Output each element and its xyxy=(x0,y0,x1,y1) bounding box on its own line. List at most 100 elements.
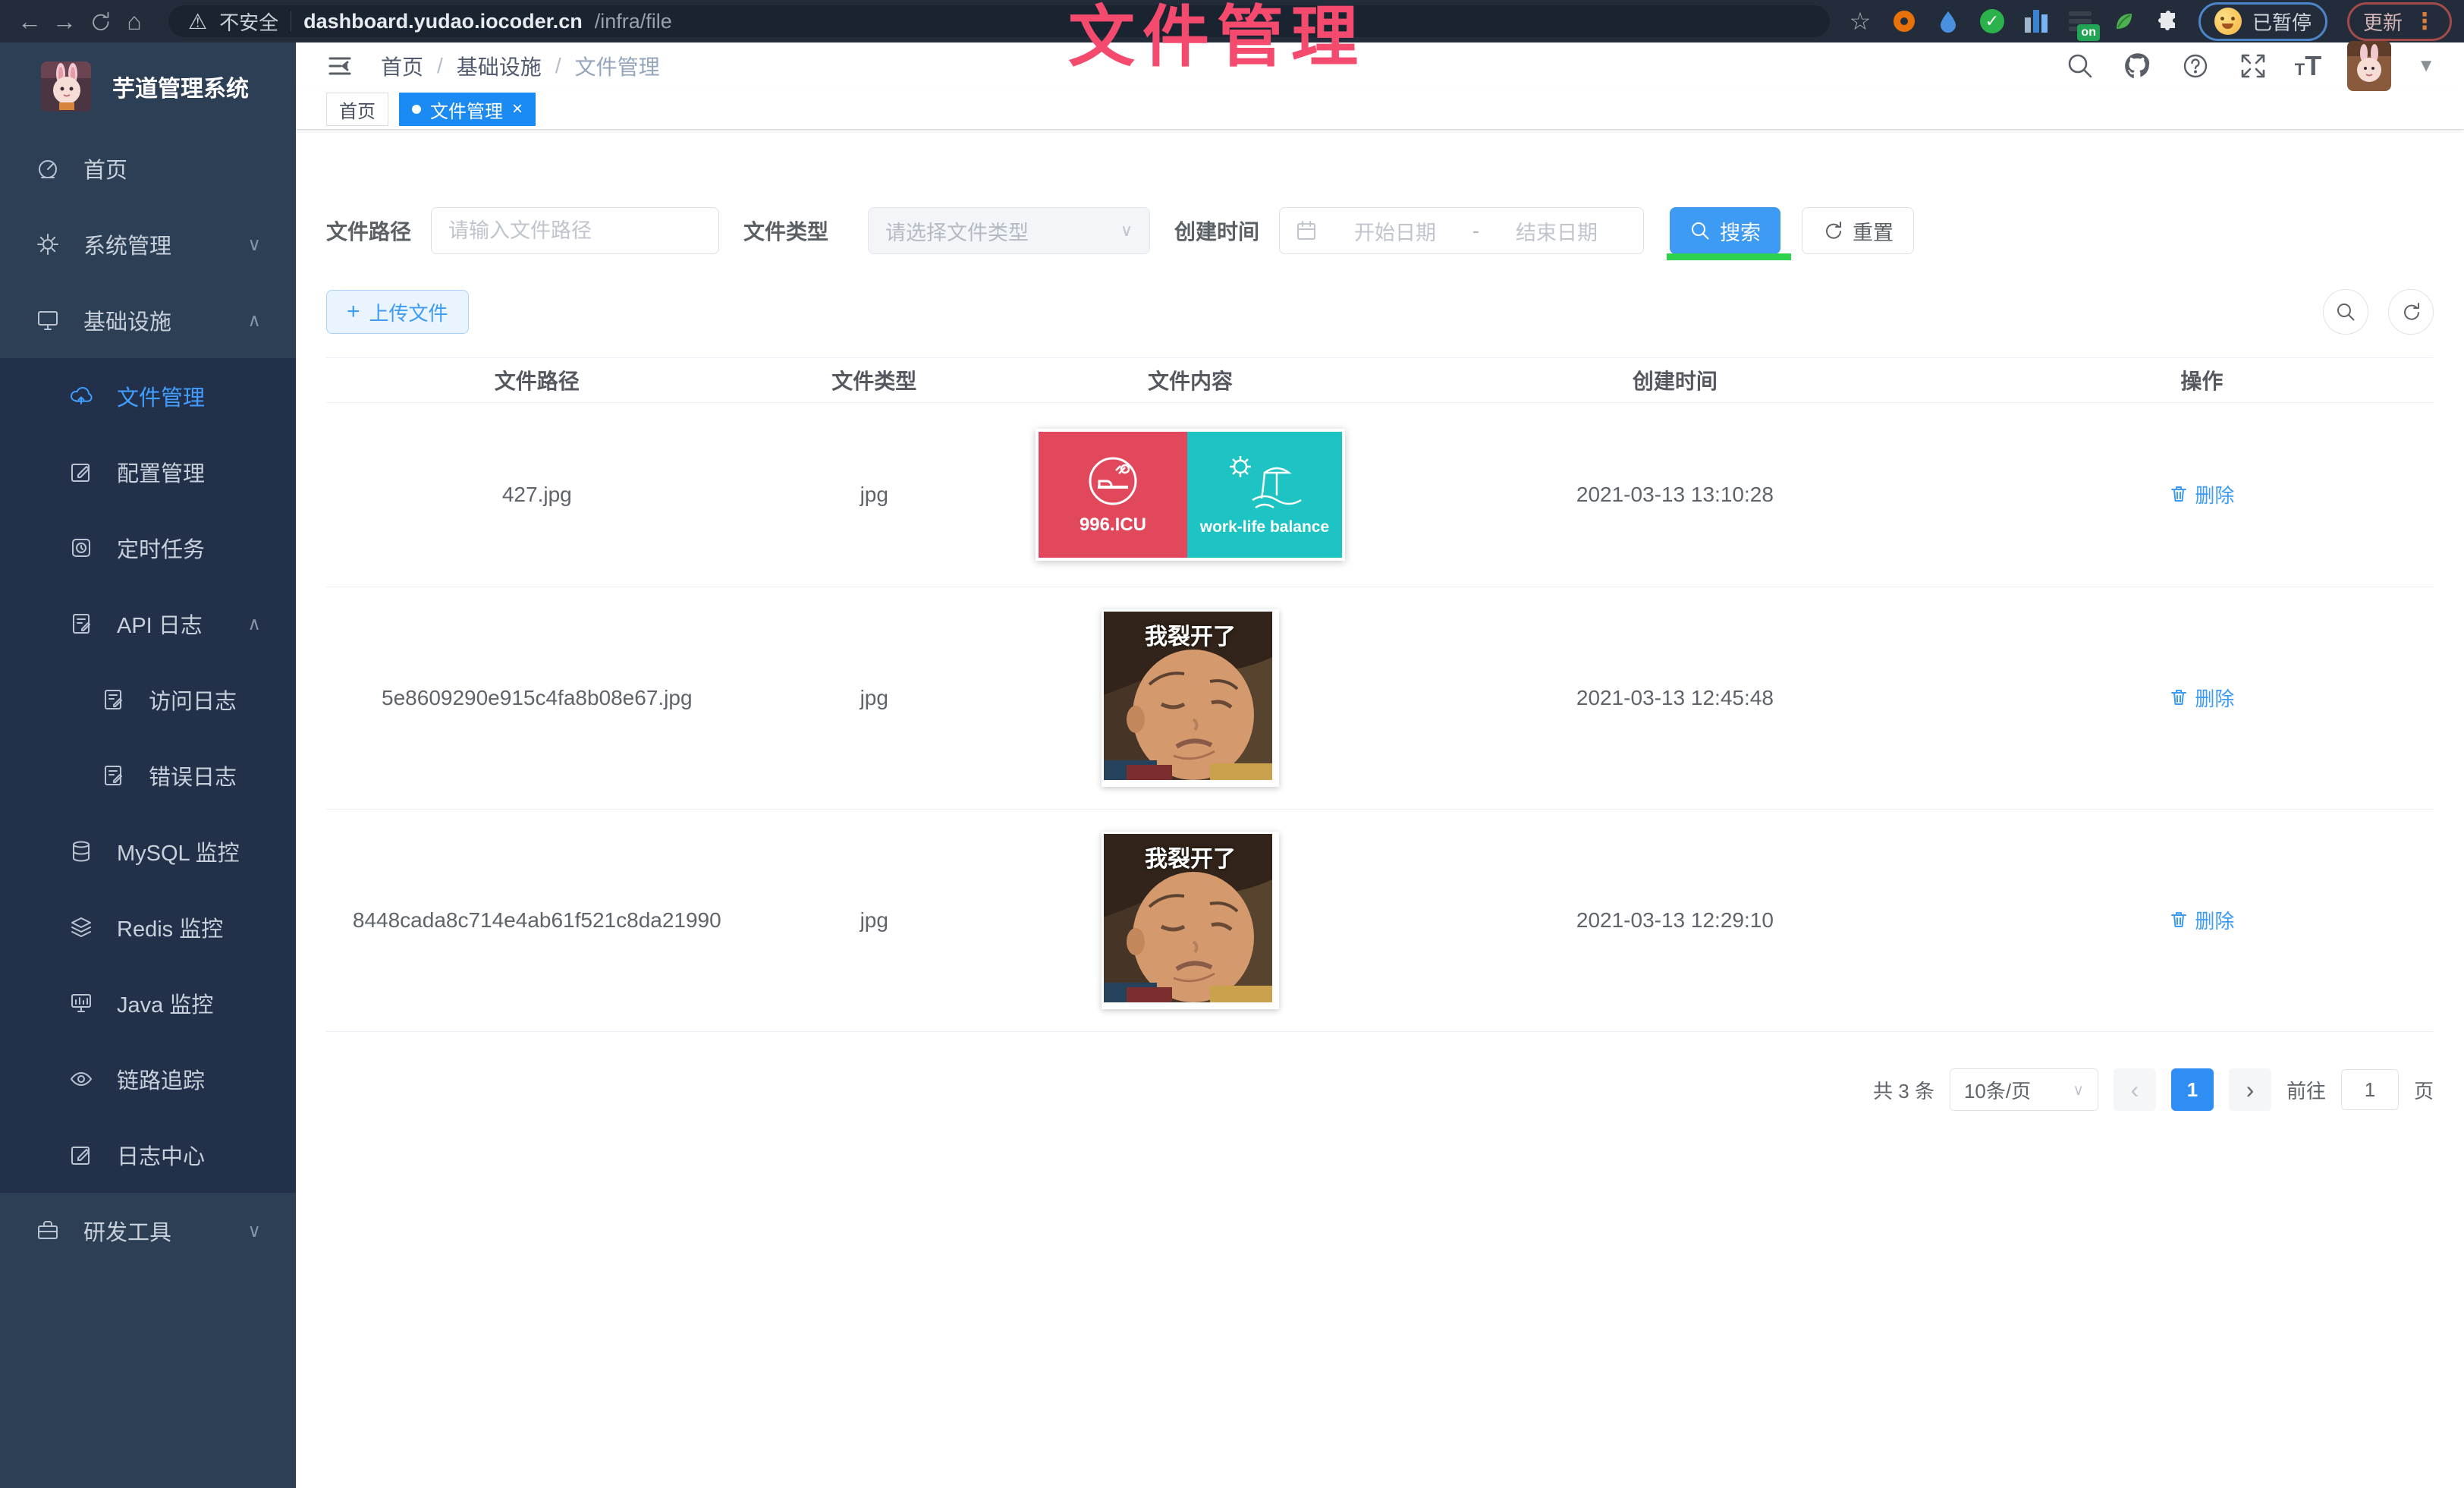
banner-996-panel: 996.ICU xyxy=(1039,432,1187,558)
cell-file-type: jpg xyxy=(748,483,1001,507)
file-path-input[interactable] xyxy=(431,207,719,254)
sidebar: 芋道管理系统 首页 系统管理 ∨ 基础设施 ∧ 文件管理 xyxy=(0,42,296,1488)
sidebar-item-label: Java 监控 xyxy=(117,987,213,1019)
trash-icon xyxy=(2169,910,2189,930)
delete-link[interactable]: 删除 xyxy=(2169,906,2234,934)
sidebar-item-scheduled-jobs[interactable]: 定时任务 xyxy=(0,510,296,586)
chevron-up-icon: ∧ xyxy=(247,310,261,332)
goto-page-input[interactable] xyxy=(2341,1069,2399,1110)
sidebar-item-tracing[interactable]: 链路追踪 xyxy=(0,1041,296,1117)
cloud-upload-icon xyxy=(68,383,94,409)
fullscreen-icon[interactable] xyxy=(2237,50,2269,82)
extension-check-icon[interactable]: ✓ xyxy=(1978,8,2006,35)
next-page-button[interactable]: › xyxy=(2229,1068,2271,1111)
extension-orange-icon[interactable] xyxy=(1890,8,1918,35)
search-icon[interactable] xyxy=(2064,50,2096,82)
font-size-icon[interactable]: TT xyxy=(2295,54,2321,78)
security-warning-icon[interactable]: ⚠ xyxy=(188,9,207,34)
refresh-table-button[interactable] xyxy=(2388,289,2434,335)
date-end-placeholder: 结束日期 xyxy=(1485,216,1628,246)
address-bar[interactable]: ⚠ 不安全 dashboard.yudao.iocoder.cn /infra/… xyxy=(168,5,1830,37)
toolbar-row: + 上传文件 xyxy=(326,289,2434,335)
reset-button[interactable]: 重置 xyxy=(1802,207,1914,254)
browser-back-icon[interactable]: ← xyxy=(12,5,47,38)
browser-menu-dots-icon[interactable]: ⋮ xyxy=(2413,8,2436,35)
breadcrumb-infra[interactable]: 基础设施 xyxy=(457,51,542,81)
search-button[interactable]: 搜索 xyxy=(1670,207,1780,254)
sidebar-item-label: 系统管理 xyxy=(83,228,171,260)
bookmark-star-icon[interactable]: ☆ xyxy=(1846,8,1874,35)
browser-reload-icon[interactable] xyxy=(82,5,117,38)
github-icon[interactable] xyxy=(2122,50,2154,82)
browser-home-icon[interactable]: ⌂ xyxy=(117,5,152,38)
tag-file-management[interactable]: 文件管理 × xyxy=(399,93,536,126)
cell-create-time: 2021-03-13 12:29:10 xyxy=(1380,908,1970,933)
search-icon xyxy=(2335,301,2356,322)
extension-puzzle-icon[interactable] xyxy=(2154,8,2182,35)
upload-file-button[interactable]: + 上传文件 xyxy=(326,290,469,334)
sidebar-item-api-log[interactable]: API 日志 ∧ xyxy=(0,586,296,662)
annotation-underline xyxy=(1667,253,1791,260)
sidebar-item-label: Redis 监控 xyxy=(117,911,223,943)
url-host[interactable]: dashboard.yudao.iocoder.cn xyxy=(303,10,583,33)
delete-link[interactable]: 删除 xyxy=(2169,480,2234,508)
sidebar-item-java-monitor[interactable]: Java 监控 xyxy=(0,965,296,1041)
sidebar-item-mysql-monitor[interactable]: MySQL 监控 xyxy=(0,813,296,889)
security-warning-text[interactable]: 不安全 xyxy=(219,8,278,36)
help-icon[interactable] xyxy=(2180,50,2211,82)
toggle-search-button[interactable] xyxy=(2323,289,2368,335)
sidebar-item-home[interactable]: 首页 xyxy=(0,131,296,206)
current-page-button[interactable]: 1 xyxy=(2171,1068,2214,1111)
file-preview-image[interactable]: 我裂开了 xyxy=(1102,832,1279,1009)
sidebar-item-log-center[interactable]: 日志中心 xyxy=(0,1117,296,1193)
page-size-select[interactable]: 10条/页 ∨ xyxy=(1950,1068,2098,1111)
extension-drop-icon[interactable] xyxy=(1934,8,1962,35)
cell-file-path: 8448cada8c714e4ab61f521c8da21990 xyxy=(326,908,748,933)
active-dot-icon xyxy=(412,105,421,114)
sidebar-item-redis-monitor[interactable]: Redis 监控 xyxy=(0,889,296,965)
sidebar-item-config[interactable]: 配置管理 xyxy=(0,434,296,510)
file-preview-image[interactable]: 996.ICU work-life balance xyxy=(1036,429,1345,561)
user-avatar[interactable] xyxy=(2347,41,2391,91)
browser-bar: ← → ⌂ ⚠ 不安全 dashboard.yudao.iocoder.cn /… xyxy=(0,0,2464,42)
breadcrumb: 首页 / 基础设施 / 文件管理 xyxy=(381,51,660,81)
calendar-icon xyxy=(1295,219,1318,242)
close-icon[interactable]: × xyxy=(512,99,523,120)
col-create-time: 创建时间 xyxy=(1380,365,1970,395)
url-path[interactable]: /infra/file xyxy=(595,10,672,33)
sidebar-item-dev-tools[interactable]: 研发工具 ∨ xyxy=(0,1193,296,1269)
trash-icon xyxy=(2169,687,2189,707)
breadcrumb-home[interactable]: 首页 xyxy=(381,51,423,81)
sidebar-item-infra[interactable]: 基础设施 ∧ xyxy=(0,282,296,358)
file-type-label: 文件类型 xyxy=(743,215,828,246)
extension-columns-icon[interactable] xyxy=(2022,8,2050,35)
refresh-icon xyxy=(1822,220,1843,241)
update-pill[interactable]: 更新 ⋮ xyxy=(2347,2,2452,41)
prev-page-button[interactable]: ‹ xyxy=(2114,1068,2156,1111)
file-path-label: 文件路径 xyxy=(326,215,411,246)
edit-icon xyxy=(68,459,94,485)
on-badge: on xyxy=(2077,24,2100,41)
browser-forward-icon[interactable]: → xyxy=(47,5,82,38)
sidebar-item-access-log[interactable]: 访问日志 xyxy=(0,662,296,738)
search-icon xyxy=(1689,220,1711,241)
tag-home[interactable]: 首页 xyxy=(326,93,388,126)
sidebar-logo-row[interactable]: 芋道管理系统 xyxy=(0,42,296,131)
caret-down-icon[interactable]: ▼ xyxy=(2417,55,2435,77)
delete-link[interactable]: 删除 xyxy=(2169,684,2234,712)
sidebar-item-label: 链路追踪 xyxy=(117,1063,205,1095)
sidebar-collapse-icon[interactable] xyxy=(325,51,355,81)
file-preview-image[interactable]: 我裂开了 xyxy=(1102,609,1279,787)
sidebar-item-system[interactable]: 系统管理 ∨ xyxy=(0,206,296,282)
sidebar-item-error-log[interactable]: 错误日志 xyxy=(0,738,296,813)
profile-paused-pill[interactable]: 已暂停 xyxy=(2198,2,2327,41)
sidebar-item-file-management[interactable]: 文件管理 xyxy=(0,358,296,434)
extension-switch-icon[interactable]: on xyxy=(2066,8,2094,35)
date-range-picker[interactable]: 开始日期 - 结束日期 xyxy=(1279,207,1644,254)
chevron-down-icon: ∨ xyxy=(1120,221,1133,241)
page-content: 文件路径 文件类型 请选择文件类型 ∨ 创建时间 开始日期 - 结束日期 xyxy=(296,130,2464,1488)
date-separator: - xyxy=(1472,219,1479,243)
extension-leaf-icon[interactable] xyxy=(2110,8,2138,35)
main-area: 首页 / 基础设施 / 文件管理 xyxy=(296,42,2464,1488)
file-type-select[interactable]: 请选择文件类型 ∨ xyxy=(868,207,1150,254)
